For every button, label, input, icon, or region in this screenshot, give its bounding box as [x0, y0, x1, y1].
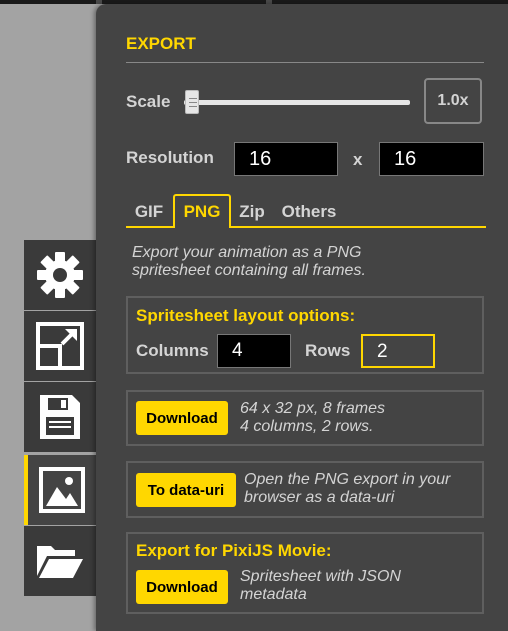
resize-icon — [36, 322, 84, 370]
scale-value-button[interactable]: 1.0x — [424, 78, 482, 124]
open-button[interactable] — [24, 526, 96, 596]
download-box: Download 64 x 32 px, 8 frames 4 columns,… — [126, 390, 484, 446]
resolution-height-input[interactable]: 16 — [379, 142, 484, 176]
tab-gif[interactable]: GIF — [126, 194, 172, 230]
export-image-button[interactable] — [24, 455, 96, 525]
download-info-line1: 64 x 32 px, 8 frames — [240, 400, 385, 417]
columns-label: Columns — [136, 341, 209, 360]
layout-options-title: Spritesheet layout options: — [136, 306, 356, 325]
title-divider — [126, 62, 484, 63]
tab-others[interactable]: Others — [277, 194, 341, 230]
png-description-line1: Export your animation as a PNG — [132, 244, 362, 261]
top-strip-gap — [96, 0, 102, 4]
download-pixijs-button[interactable]: Download — [136, 570, 228, 604]
save-button[interactable] — [24, 382, 96, 452]
scale-slider-track[interactable] — [184, 100, 410, 105]
rows-label: Rows — [305, 341, 351, 360]
to-data-uri-button[interactable]: To data-uri — [136, 473, 236, 507]
resolution-separator: x — [353, 150, 363, 169]
tab-png[interactable]: PNG — [173, 194, 231, 228]
resize-button[interactable] — [24, 311, 96, 381]
scale-slider-handle[interactable] — [185, 90, 199, 114]
scale-label: Scale — [126, 92, 171, 111]
save-icon — [40, 395, 80, 439]
datauri-info-line2: browser as a data-uri — [244, 489, 395, 506]
resolution-label: Resolution — [126, 148, 214, 167]
datauri-info-line1: Open the PNG export in your — [244, 471, 451, 488]
resolution-width-input[interactable]: 16 — [234, 142, 338, 176]
gear-icon — [37, 252, 83, 298]
image-icon — [39, 467, 85, 513]
columns-input[interactable]: 4 — [217, 334, 291, 368]
pixijs-title: Export for PixiJS Movie: — [136, 541, 332, 560]
export-panel: EXPORT Scale 1.0x Resolution 16 x 16 GIF… — [96, 4, 508, 631]
png-description-line2: spritesheet containing all frames. — [132, 262, 366, 279]
settings-button[interactable] — [24, 240, 96, 310]
download-info-line2: 4 columns, 2 rows. — [240, 418, 374, 435]
tab-zip[interactable]: Zip — [233, 194, 271, 230]
folder-open-icon — [37, 546, 83, 578]
rows-input[interactable]: 2 — [361, 334, 435, 368]
export-title: EXPORT — [126, 34, 196, 53]
datauri-box: To data-uri Open the PNG export in your … — [126, 461, 484, 518]
pixijs-info-line1: Spritesheet with JSON — [240, 568, 401, 585]
pixijs-box: Export for PixiJS Movie: Download Sprite… — [126, 532, 484, 614]
pixijs-info-line2: metadata — [240, 586, 307, 603]
layout-options-box: Spritesheet layout options: Columns 4 Ro… — [126, 296, 484, 374]
download-png-button[interactable]: Download — [136, 401, 228, 435]
